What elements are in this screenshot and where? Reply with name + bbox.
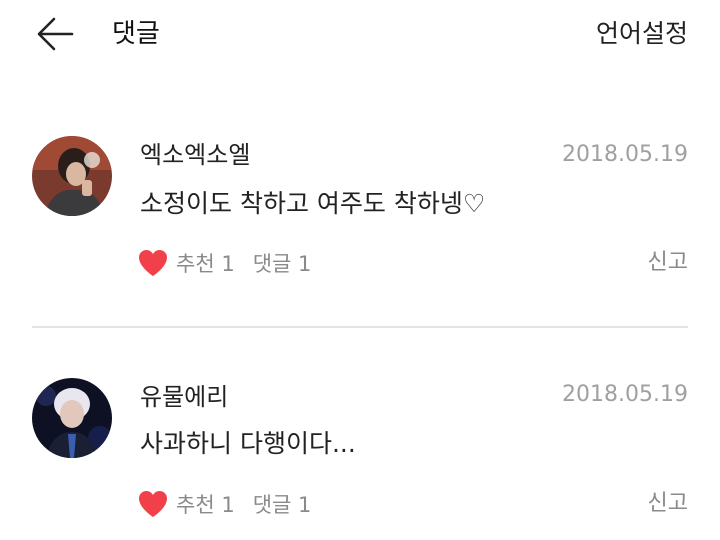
- like-button[interactable]: 추천 1: [138, 248, 235, 278]
- reply-button[interactable]: 댓글 1: [253, 248, 312, 278]
- like-button[interactable]: 추천 1: [138, 489, 235, 519]
- language-settings-button[interactable]: 언어설정: [596, 14, 688, 54]
- comment-divider: [32, 326, 688, 328]
- avatar-image: [32, 136, 112, 216]
- comment-author[interactable]: 유물에리: [140, 380, 228, 414]
- arrow-left-icon: [37, 17, 74, 51]
- comment-text: 소정이도 착하고 여주도 착하넹♡: [140, 189, 486, 218]
- comment-actions: 추천 1 댓글 1: [138, 246, 311, 280]
- avatar[interactable]: [32, 136, 112, 216]
- avatar[interactable]: [32, 378, 112, 458]
- top-bar: 댓글 언어설정: [0, 0, 720, 68]
- comment-date: 2018.05.19: [562, 382, 688, 407]
- like-count: 추천 1: [176, 493, 235, 517]
- back-button[interactable]: [34, 14, 76, 54]
- avatar-image: [32, 378, 112, 458]
- page-title: 댓글: [112, 19, 160, 49]
- comment-actions: 추천 1 댓글 1: [138, 487, 311, 521]
- reply-button[interactable]: 댓글 1: [253, 489, 312, 519]
- heart-icon: [139, 250, 167, 276]
- comment-text: 사과하니 다행이다...: [140, 429, 356, 458]
- like-count: 추천 1: [176, 252, 235, 276]
- comment-author[interactable]: 엑소엑소엘: [140, 138, 250, 172]
- report-button[interactable]: 신고: [648, 246, 688, 280]
- comment-date: 2018.05.19: [562, 142, 688, 167]
- heart-icon: [139, 491, 167, 517]
- report-button[interactable]: 신고: [648, 487, 688, 521]
